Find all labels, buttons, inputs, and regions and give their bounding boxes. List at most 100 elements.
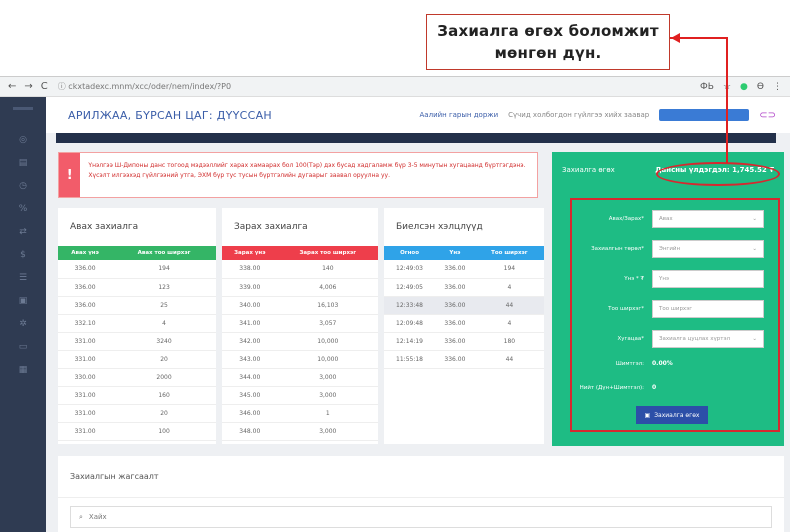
table-row[interactable]: 348.00 3,000 (222, 422, 378, 441)
table-row[interactable]: 332.10 4 (58, 314, 216, 333)
side-select[interactable]: Авах ⌄ (652, 210, 764, 228)
sell-orders-panel: Зарах захиалга Зарах үнэ Зарах тоо ширхэ… (222, 208, 378, 444)
order-panel: Захиалга өгөх Дансны үлдэгдэл: 1,745.52 … (552, 152, 784, 446)
order-type-select[interactable]: Энгийн ⌄ (652, 240, 764, 258)
column-header[interactable]: Үнэ (435, 246, 475, 260)
card-icon[interactable]: ▭ (18, 342, 28, 352)
guide-link[interactable]: Аалийн гарын доржи (420, 111, 499, 119)
table-row[interactable]: 345.00 3,000 (222, 386, 378, 405)
translate-icon[interactable]: ФЬ (700, 82, 714, 92)
table-row[interactable]: 336.00 123 (58, 278, 216, 297)
table-cell: 194 (474, 260, 544, 279)
price-input[interactable]: Үнэ (652, 270, 764, 288)
table-row[interactable]: 12:49:03 336.00 194 (384, 260, 544, 279)
forward-icon[interactable]: → (24, 81, 32, 92)
table-cell: 44 (474, 350, 544, 369)
callout-line-2: мөнгөн дүн. (494, 44, 602, 62)
table-row[interactable]: 342.00 10,000 (222, 332, 378, 351)
document-icon[interactable]: ▣ (18, 296, 28, 306)
table-cell: 331.00 (58, 332, 113, 351)
column-header[interactable]: Зарах тоо ширхэг (277, 246, 378, 260)
column-header[interactable]: Авах үнэ (58, 246, 113, 260)
table-row[interactable]: 12:49:05 336.00 4 (384, 278, 544, 297)
submit-order-button[interactable]: ▣ Захиалга өгөх (636, 406, 708, 424)
back-icon[interactable]: ← (8, 81, 16, 92)
sidebar-logo (13, 107, 33, 110)
table-cell: 160 (112, 386, 216, 405)
header-search[interactable] (659, 109, 750, 121)
field-value: Авах (659, 216, 673, 222)
table-cell: 3,057 (277, 314, 378, 333)
placed-orders-search[interactable]: ⌕ Хайх (70, 506, 772, 528)
settings-icon[interactable]: ✲ (18, 319, 28, 329)
extension-icon[interactable]: ● (740, 82, 748, 92)
table-cell: 345.00 (222, 386, 278, 405)
table-cell: 336.00 (58, 296, 113, 315)
field-label: Захиалгын төрөл* (591, 246, 644, 252)
table-cell: 2000 (112, 368, 216, 387)
menu-icon[interactable]: ⋮ (773, 82, 782, 92)
submit-label: Захиалга өгөх (654, 411, 700, 419)
table-cell: 336.00 (58, 260, 113, 279)
total-value: 0 (652, 384, 657, 391)
report-icon[interactable]: ▦ (18, 365, 28, 375)
table-cell: 330.00 (58, 368, 113, 387)
table-cell: 3,000 (277, 422, 378, 441)
table-cell: 1 (277, 404, 378, 423)
percent-icon[interactable]: % (18, 204, 28, 214)
chart-icon[interactable]: ▤ (18, 158, 28, 168)
table-row[interactable]: 336.00 25 (58, 296, 216, 315)
table-row[interactable]: 336.00 194 (58, 260, 216, 279)
order-form-highlight: Авах/Зарах* Авах ⌄ Захиалгын төрөл* Энгий… (570, 198, 780, 432)
table-cell: 344.00 (222, 368, 278, 387)
table-row[interactable]: 331.00 20 (58, 350, 216, 369)
table-cell: 4 (474, 314, 544, 333)
duration-select[interactable]: Захиалга цуцлах хүртэл ⌄ (652, 330, 764, 348)
user-icon[interactable]: ⊂⊃ (759, 110, 776, 121)
table-row[interactable]: 331.00 20 (58, 404, 216, 423)
buy-orders-panel: Авах захиалга Авах үнэ Авах тоо ширхэг 3… (58, 208, 216, 444)
search-input[interactable]: Хайх (89, 513, 107, 521)
table-row[interactable]: 11:55:18 336.00 44 (384, 350, 544, 369)
page-title: АРИЛЖАА, БҮРСАН ЦАГ: ДҮҮССАН (68, 108, 272, 122)
quantity-input[interactable]: Тоо ширхэг (652, 300, 764, 318)
table-row[interactable]: 331.00 3240 (58, 332, 216, 351)
reload-icon[interactable]: C (41, 81, 48, 92)
column-header[interactable]: Авах тоо ширхэг (112, 246, 216, 260)
table-row[interactable]: 331.00 100 (58, 422, 216, 441)
callout-box: Захиалга өгөх боломжит мөнгөн дүн. (426, 14, 670, 70)
table-cell: 12:49:03 (384, 260, 436, 279)
table-row[interactable]: 339.00 4,006 (222, 278, 378, 297)
table-row[interactable]: 340.00 16,103 (222, 296, 378, 315)
address-bar[interactable]: ⓘ ckxtadexc.mnm/xcc/oder/nem/index/?P0 (58, 81, 700, 92)
table-cell: 10,000 (277, 350, 378, 369)
column-header[interactable]: Зарах үнэ (222, 246, 278, 260)
table-cell: 336.00 (435, 296, 475, 315)
table-row[interactable]: 12:14:19 336.00 180 (384, 332, 544, 351)
table-cell: 331.00 (58, 404, 113, 423)
column-header[interactable]: Огноо (384, 246, 436, 260)
sell-orders-title: Зарах захиалга (234, 222, 308, 232)
table-row[interactable]: 12:33:48 336.00 44 (384, 296, 544, 315)
table-cell: 343.00 (222, 350, 278, 369)
table-row[interactable]: 331.00 160 (58, 386, 216, 405)
table-row[interactable]: 338.00 140 (222, 260, 378, 279)
table-row[interactable]: 344.00 3,000 (222, 368, 378, 387)
transfer-icon[interactable]: ⇄ (18, 227, 28, 237)
dark-banner (56, 133, 776, 143)
alert-text: Үнэлгээ Ш-Дипоны данс тогоод мэдээллийг … (88, 162, 526, 179)
field-value: Захиалга цуцлах хүртэл (659, 336, 730, 342)
table-cell: 348.00 (222, 422, 278, 441)
dollar-icon[interactable]: $ (18, 250, 28, 260)
table-row[interactable]: 12:09:48 336.00 4 (384, 314, 544, 333)
table-cell: 140 (277, 260, 378, 279)
list-icon[interactable]: ☰ (18, 273, 28, 283)
clock-icon[interactable]: ◷ (18, 181, 28, 191)
column-header[interactable]: Тоо ширхэг (474, 246, 544, 260)
dashboard-icon[interactable]: ◎ (18, 135, 28, 145)
table-row[interactable]: 346.00 1 (222, 404, 378, 423)
profile-icon[interactable]: Ө (757, 82, 764, 92)
table-row[interactable]: 341.00 3,057 (222, 314, 378, 333)
table-row[interactable]: 343.00 10,000 (222, 350, 378, 369)
table-row[interactable]: 330.00 2000 (58, 368, 216, 387)
